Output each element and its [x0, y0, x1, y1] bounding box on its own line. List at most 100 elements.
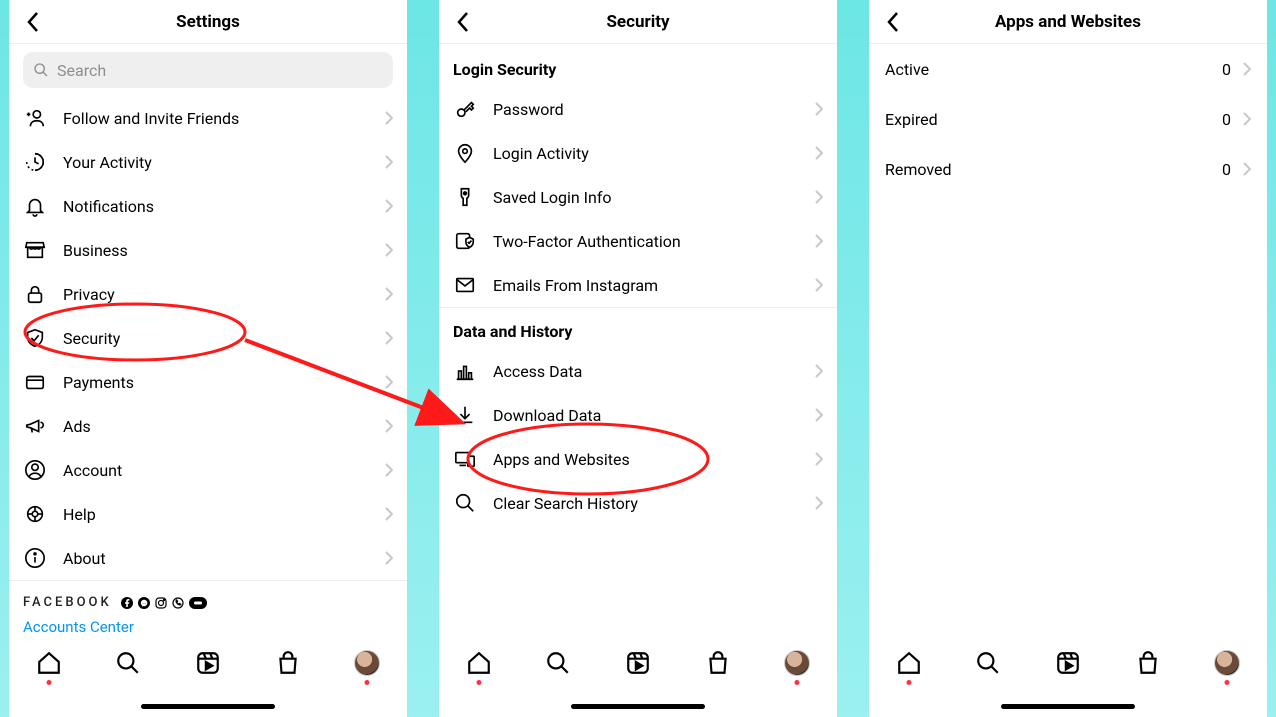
user-icon: [23, 458, 47, 482]
security-row-2fa[interactable]: Two-Factor Authentication: [439, 219, 837, 263]
settings-row-activity[interactable]: Your Activity: [9, 140, 407, 184]
chevron-right-icon: [385, 243, 393, 257]
help-icon: [23, 502, 47, 526]
tab-profile[interactable]: [353, 649, 381, 677]
settings-row-label: Business: [63, 241, 369, 260]
home-indicator[interactable]: [1001, 704, 1135, 709]
security-row-saved-login[interactable]: Saved Login Info: [439, 175, 837, 219]
tab-home[interactable]: [895, 649, 923, 677]
settings-row-label: Follow and Invite Friends: [63, 109, 369, 128]
settings-row-notifications[interactable]: Notifications: [9, 184, 407, 228]
back-icon[interactable]: [881, 10, 905, 34]
settings-row-label: Notifications: [63, 197, 369, 216]
back-icon[interactable]: [451, 10, 475, 34]
settings-row-business[interactable]: Business: [9, 228, 407, 272]
avatar: [354, 650, 380, 676]
download-icon: [453, 403, 477, 427]
shield-check-icon: [453, 229, 477, 253]
security-row-download-data[interactable]: Download Data: [439, 393, 837, 437]
bell-icon: [23, 194, 47, 218]
page-title: Security: [439, 12, 837, 32]
tab-reels[interactable]: [1054, 649, 1082, 677]
info-icon: [23, 546, 47, 570]
apps-row-count: 0: [1222, 60, 1231, 79]
header-apps: Apps and Websites: [869, 0, 1267, 44]
settings-row-account[interactable]: Account: [9, 448, 407, 492]
chevron-right-icon: [1243, 62, 1251, 76]
chevron-right-icon: [385, 111, 393, 125]
mail-icon: [453, 273, 477, 297]
messenger-icon: [138, 597, 150, 609]
chevron-right-icon: [815, 190, 823, 204]
tab-search[interactable]: [114, 649, 142, 677]
settings-row-label: Account: [63, 461, 369, 480]
search-icon: [453, 491, 477, 515]
activity-icon: [23, 150, 47, 174]
security-row-login-activity[interactable]: Login Activity: [439, 131, 837, 175]
add-user-icon: [23, 106, 47, 130]
chevron-right-icon: [385, 199, 393, 213]
apps-row-active[interactable]: Active 0: [869, 44, 1267, 94]
settings-row-security[interactable]: Security: [9, 316, 407, 360]
tab-reels[interactable]: [624, 649, 652, 677]
settings-row-about[interactable]: About: [9, 536, 407, 580]
apps-row-expired[interactable]: Expired 0: [869, 94, 1267, 144]
tab-profile[interactable]: [1213, 649, 1241, 677]
tab-search[interactable]: [974, 649, 1002, 677]
security-row-clear-history[interactable]: Clear Search History: [439, 481, 837, 525]
security-row-apps-websites[interactable]: Apps and Websites: [439, 437, 837, 481]
chevron-right-icon: [385, 375, 393, 389]
chevron-right-icon: [1243, 112, 1251, 126]
tab-home[interactable]: [465, 649, 493, 677]
chevron-right-icon: [815, 364, 823, 378]
home-indicator[interactable]: [571, 704, 705, 709]
security-row-password[interactable]: Password: [439, 87, 837, 131]
tab-profile[interactable]: [783, 649, 811, 677]
shop-icon: [23, 238, 47, 262]
avatar: [784, 650, 810, 676]
accounts-center-link[interactable]: Accounts Center: [23, 618, 393, 636]
settings-row-help[interactable]: Help: [9, 492, 407, 536]
security-row-label: Download Data: [493, 406, 799, 425]
chevron-right-icon: [815, 452, 823, 466]
settings-row-label: Payments: [63, 373, 369, 392]
apps-row-removed[interactable]: Removed 0: [869, 144, 1267, 194]
home-indicator[interactable]: [141, 704, 275, 709]
settings-row-ads[interactable]: Ads: [9, 404, 407, 448]
lock-icon: [23, 282, 47, 306]
security-row-label: Access Data: [493, 362, 799, 381]
tab-shop[interactable]: [1134, 649, 1162, 677]
security-row-access-data[interactable]: Access Data: [439, 349, 837, 393]
tab-home[interactable]: [35, 649, 63, 677]
security-row-label: Login Activity: [493, 144, 799, 163]
search-input[interactable]: Search: [23, 52, 393, 88]
apps-row-count: 0: [1222, 110, 1231, 129]
settings-row-label: Your Activity: [63, 153, 369, 172]
chevron-right-icon: [385, 419, 393, 433]
settings-row-payments[interactable]: Payments: [9, 360, 407, 404]
settings-row-follow[interactable]: Follow and Invite Friends: [9, 96, 407, 140]
tabbar: [439, 639, 837, 717]
avatar: [1214, 650, 1240, 676]
footer-brand: FACEBOOK Accounts Center: [9, 580, 407, 639]
card-icon: [23, 370, 47, 394]
chevron-right-icon: [815, 496, 823, 510]
phone-apps: Apps and Websites Active 0 Expired 0 Rem…: [869, 0, 1267, 717]
devices-icon: [453, 447, 477, 471]
tab-shop[interactable]: [274, 649, 302, 677]
security-row-emails[interactable]: Emails From Instagram: [439, 263, 837, 307]
security-row-label: Saved Login Info: [493, 188, 799, 207]
page-title: Settings: [9, 12, 407, 32]
back-icon[interactable]: [21, 10, 45, 34]
header-security: Security: [439, 0, 837, 44]
facebook-logo-text: FACEBOOK: [23, 595, 112, 610]
tab-shop[interactable]: [704, 649, 732, 677]
settings-row-privacy[interactable]: Privacy: [9, 272, 407, 316]
apps-row-label: Active: [885, 60, 1222, 79]
keyhole-icon: [453, 185, 477, 209]
key-icon: [453, 97, 477, 121]
tab-search[interactable]: [544, 649, 572, 677]
tab-reels[interactable]: [194, 649, 222, 677]
chevron-right-icon: [1243, 162, 1251, 176]
search-placeholder: Search: [57, 61, 106, 80]
